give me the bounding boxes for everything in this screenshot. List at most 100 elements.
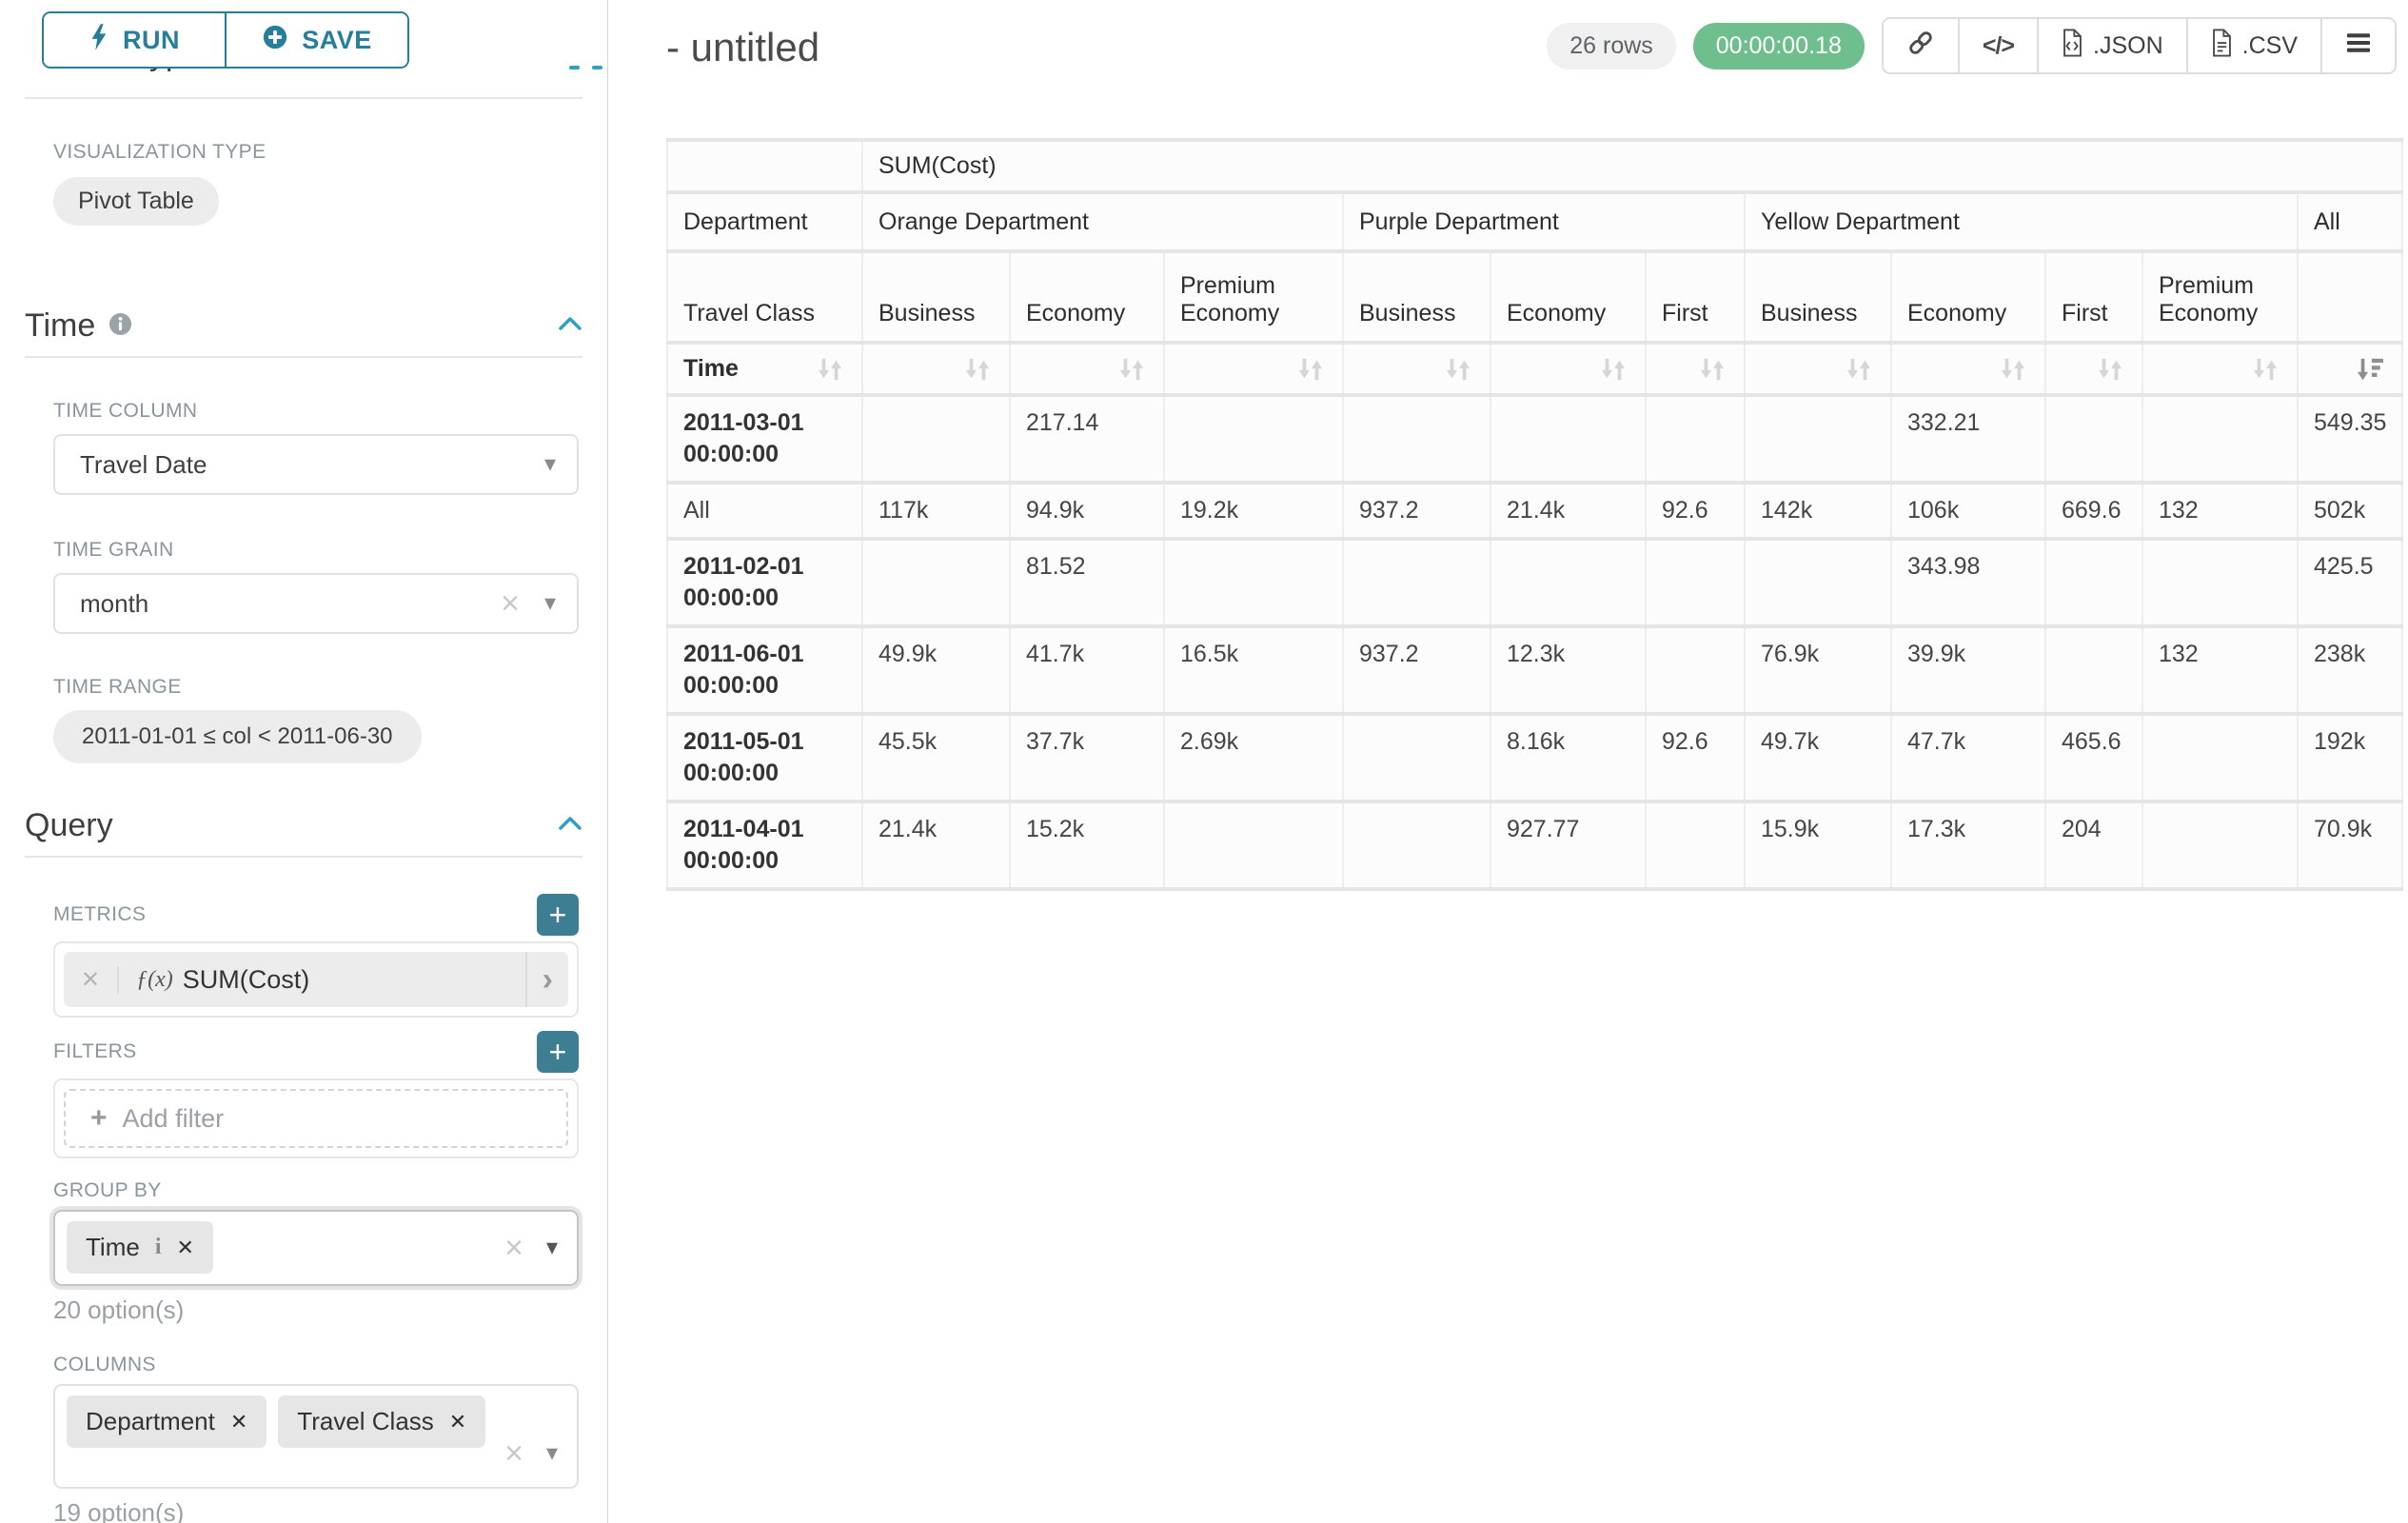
column-sort-cell: [1343, 343, 1490, 395]
sort-icon[interactable]: [1442, 356, 1474, 383]
file-csv-icon: [2211, 29, 2233, 64]
department-group-header: Yellow Department: [1745, 192, 2298, 251]
sort-icon[interactable]: [961, 356, 994, 383]
caret-down-icon[interactable]: ▾: [546, 1236, 558, 1259]
value-cell: 49.7k: [1745, 714, 1891, 801]
column-sort-cell: [1745, 343, 1891, 395]
share-link-button[interactable]: [1884, 19, 1958, 72]
sort-icon[interactable]: [2249, 356, 2281, 383]
caret-down-icon[interactable]: ▾: [544, 453, 556, 476]
columns-options-hint: 19 option(s): [53, 1498, 579, 1523]
value-cell: 17.3k: [1891, 801, 2045, 889]
row-header-cell: 2011-02-01 00:00:00: [667, 539, 862, 626]
sort-icon[interactable]: [1294, 356, 1327, 383]
column-sort-cell: [1490, 343, 1646, 395]
value-cell: 15.9k: [1745, 801, 1891, 889]
group-by-pill[interactable]: Timei✕: [67, 1221, 213, 1274]
add-filter-plus-button[interactable]: +: [537, 1031, 579, 1073]
view-query-button[interactable]: </>: [1958, 19, 2037, 72]
value-cell: 927.77: [1490, 801, 1646, 889]
caret-down-icon[interactable]: ▾: [546, 1442, 558, 1465]
columns-pill[interactable]: Travel Class✕: [278, 1395, 485, 1448]
sort-icon[interactable]: [1115, 356, 1148, 383]
time-grain-value: month: [80, 589, 148, 619]
travel-class-header: Business: [862, 251, 1010, 343]
export-json-button[interactable]: .JSON: [2037, 19, 2186, 72]
plus-icon: +: [90, 1102, 108, 1135]
value-cell: 192k: [2298, 714, 2402, 801]
chart-header-actions: 26 rows 00:00:00.18 </> .JSON .CSV: [1547, 17, 2397, 74]
value-cell: 16.5k: [1164, 626, 1343, 714]
travel-class-header: Economy: [1891, 251, 2045, 343]
add-filter-label: Add filter: [123, 1104, 225, 1134]
sort-desc-icon[interactable]: [2354, 356, 2386, 383]
info-icon: [109, 312, 132, 341]
sort-icon[interactable]: [814, 356, 846, 383]
clear-icon[interactable]: ×: [501, 587, 520, 620]
visualization-type-pill[interactable]: Pivot Table: [53, 177, 219, 226]
code-icon: </>: [1983, 32, 2014, 60]
travel-class-header: First: [2045, 251, 2142, 343]
department-group-header: All: [2298, 192, 2402, 251]
row-header-cell: All: [667, 483, 862, 539]
export-csv-button[interactable]: .CSV: [2186, 19, 2320, 72]
table-row: All117k94.9k19.2k937.221.4k92.6142k106k6…: [667, 483, 2402, 539]
value-cell: 332.21: [1891, 395, 2045, 483]
run-save-button-group: RUN SAVE: [42, 11, 409, 69]
group-by-select[interactable]: Timei✕ × ▾: [53, 1210, 579, 1286]
caret-down-icon[interactable]: ▾: [544, 592, 556, 615]
visualization-type-label: VISUALIZATION TYPE: [53, 141, 579, 164]
chevron-up-icon[interactable]: [558, 316, 582, 336]
column-sort-cell: [1646, 343, 1745, 395]
sort-icon[interactable]: [1843, 356, 1875, 383]
time-range-pill[interactable]: 2011-01-01 ≤ col < 2011-06-30: [53, 710, 422, 763]
chart-title[interactable]: - untitled: [666, 25, 819, 70]
clear-icon[interactable]: ×: [504, 1232, 523, 1264]
remove-metric-icon[interactable]: ✕: [64, 966, 119, 994]
remove-icon[interactable]: ✕: [449, 1410, 466, 1434]
menu-button[interactable]: [2320, 19, 2395, 72]
clear-icon[interactable]: ×: [504, 1437, 523, 1470]
value-cell: 21.4k: [862, 801, 1010, 889]
value-cell: [1745, 539, 1891, 626]
time-grain-select[interactable]: month × ▾: [53, 573, 579, 634]
value-cell: 937.2: [1343, 483, 1490, 539]
metric-header-cell: SUM(Cost): [862, 140, 2402, 192]
sort-icon[interactable]: [1696, 356, 1728, 383]
time-column-select[interactable]: Travel Date ▾: [53, 434, 579, 495]
columns-select[interactable]: Department✕Travel Class✕ × ▾: [53, 1384, 579, 1489]
add-filter-button[interactable]: + Add filter: [64, 1089, 568, 1148]
chevron-right-icon[interactable]: ›: [525, 952, 568, 1007]
column-sort-cell: [2045, 343, 2142, 395]
value-cell: 502k: [2298, 483, 2402, 539]
sort-icon[interactable]: [2094, 356, 2126, 383]
remove-icon[interactable]: ✕: [230, 1410, 247, 1434]
run-button[interactable]: RUN: [44, 13, 225, 67]
columns-pill[interactable]: Department✕: [67, 1395, 266, 1448]
plus-circle-icon: [262, 24, 288, 57]
pivot-header-department-row: DepartmentOrange DepartmentPurple Depart…: [667, 192, 2402, 251]
value-cell: 549.35: [2298, 395, 2402, 483]
remove-icon[interactable]: ✕: [176, 1236, 193, 1260]
group-by-label: GROUP BY: [53, 1179, 579, 1202]
value-cell: 47.7k: [1891, 714, 2045, 801]
value-cell: [1164, 395, 1343, 483]
sort-icon[interactable]: [1597, 356, 1629, 383]
group-by-pill-label: Time: [86, 1233, 140, 1262]
department-group-header: Purple Department: [1343, 192, 1745, 251]
table-row: 2011-02-01 00:00:0081.52343.98425.5: [667, 539, 2402, 626]
save-button[interactable]: SAVE: [225, 13, 407, 67]
travel-class-header: Economy: [1490, 251, 1646, 343]
sort-icon[interactable]: [1997, 356, 2029, 383]
query-section-header: Query: [25, 807, 582, 858]
travel-class-header: [2298, 251, 2402, 343]
chevron-up-icon[interactable]: [558, 816, 582, 836]
value-cell: 8.16k: [1490, 714, 1646, 801]
clipped-icon: [569, 66, 580, 69]
metric-pill[interactable]: ✕ ƒ(x) SUM(Cost) ›: [64, 952, 568, 1007]
value-cell: [2142, 714, 2298, 801]
time-column-label: TIME COLUMN: [53, 400, 197, 423]
add-metric-button[interactable]: +: [537, 894, 579, 936]
columns-label: COLUMNS: [53, 1354, 579, 1376]
value-cell: [2045, 395, 2142, 483]
